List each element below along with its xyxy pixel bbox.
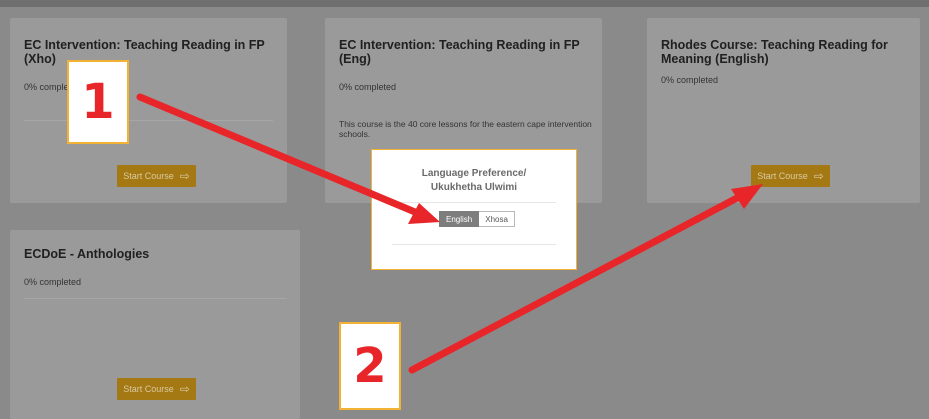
annotation-label-1: 1 <box>67 60 129 144</box>
annotation-label-2: 2 <box>339 322 401 410</box>
arrow-2-line <box>408 194 741 374</box>
annotation-arrows <box>136 93 763 374</box>
arrow-1-line <box>136 93 419 216</box>
